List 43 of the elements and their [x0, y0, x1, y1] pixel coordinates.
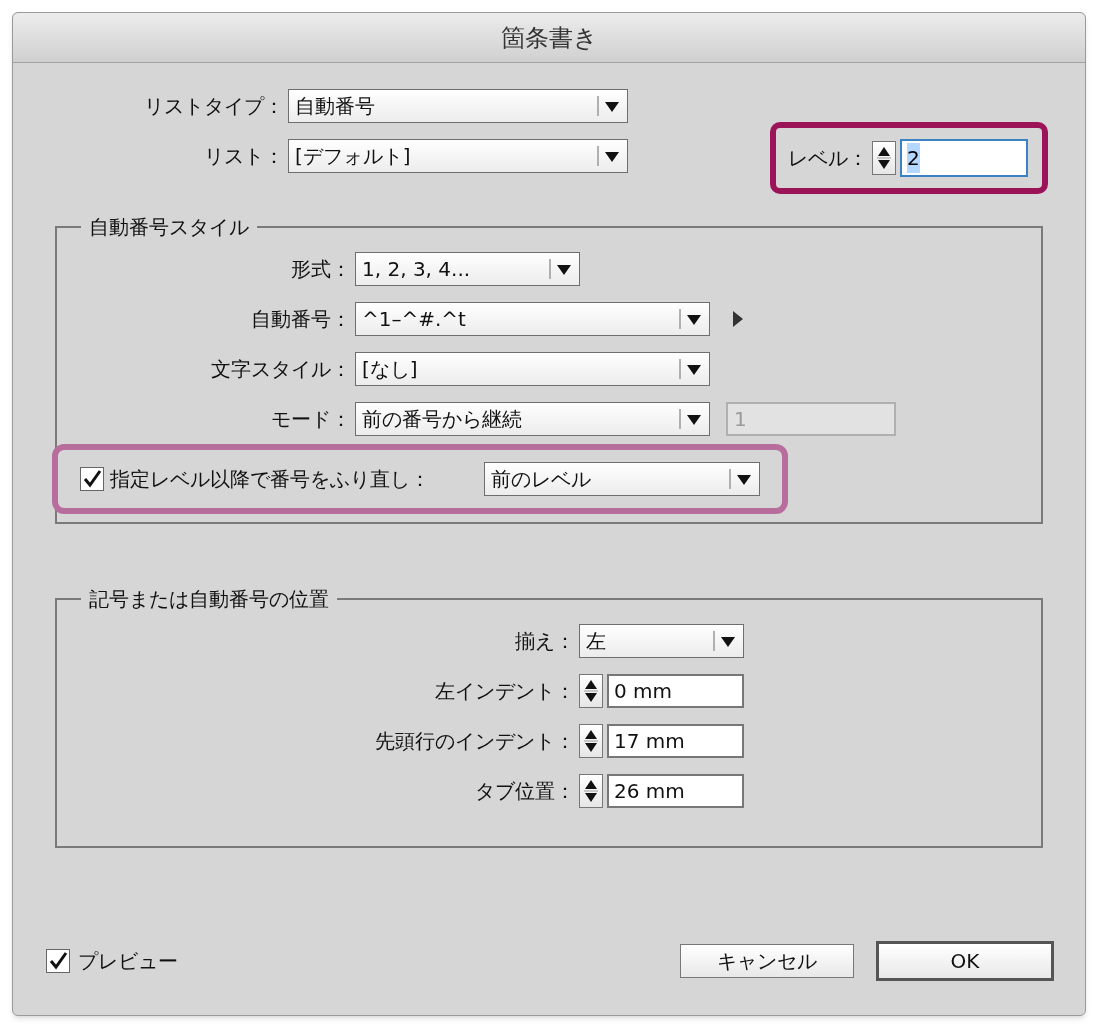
field-label: レベル：: [788, 145, 868, 172]
stepper-button[interactable]: [579, 674, 603, 708]
list-dropdown[interactable]: [デフォルト]: [288, 139, 628, 173]
field-label: 揃え：: [515, 628, 575, 655]
field-label: 自動番号：: [251, 306, 351, 333]
option-dropdown[interactable]: ^1–^#.^t: [355, 302, 710, 336]
ok-button[interactable]: OK: [876, 941, 1054, 981]
option-dropdown[interactable]: 1, 2, 3, 4...: [355, 252, 580, 286]
field-label: タブ位置：: [475, 778, 575, 805]
group-title: 記号または自動番号の位置: [81, 586, 337, 612]
number-field[interactable]: 26 mm: [607, 774, 744, 808]
align-dropdown[interactable]: 左: [579, 624, 744, 658]
option-dropdown[interactable]: [なし]: [355, 352, 710, 386]
checkbox[interactable]: [46, 949, 70, 973]
field-label: リスト：: [204, 143, 284, 170]
up-down-arrows-icon: [877, 145, 891, 171]
checkbox-label: プレビュー: [78, 948, 178, 975]
option-dropdown[interactable]: 前の番号から継続: [355, 402, 710, 436]
stepper-button[interactable]: [579, 774, 603, 808]
checkmark-icon: [48, 951, 68, 971]
field-label: モード：: [271, 406, 351, 433]
up-down-arrows-icon: [584, 778, 598, 804]
field-label: 形式：: [291, 256, 351, 283]
group-title: 自動番号スタイル: [81, 214, 257, 240]
stepper-button[interactable]: [579, 724, 603, 758]
window-title: 箇条書き: [500, 22, 598, 54]
up-down-arrows-icon: [584, 728, 598, 754]
field-label: リストタイプ：: [144, 93, 284, 120]
up-down-arrows-icon: [584, 678, 598, 704]
checkmark-icon: [82, 469, 102, 489]
field-label: 文字スタイル：: [211, 356, 351, 383]
field-label: 先頭行のインデント：: [375, 728, 575, 755]
flyout-triangle-icon[interactable]: [732, 310, 744, 328]
level-field[interactable]: 2: [900, 139, 1028, 177]
cancel-button[interactable]: キャンセル: [680, 944, 854, 978]
stepper-button[interactable]: [872, 141, 896, 175]
list-dropdown[interactable]: 自動番号: [288, 89, 628, 123]
number-field[interactable]: 17 mm: [607, 724, 744, 758]
restart-level-dropdown[interactable]: 前のレベル: [484, 462, 760, 496]
field-label: 左インデント：: [435, 678, 575, 705]
checkbox-label: 指定レベル以降で番号をふり直し：: [110, 466, 431, 493]
number-field[interactable]: 0 mm: [607, 674, 744, 708]
checkbox[interactable]: [80, 467, 104, 491]
